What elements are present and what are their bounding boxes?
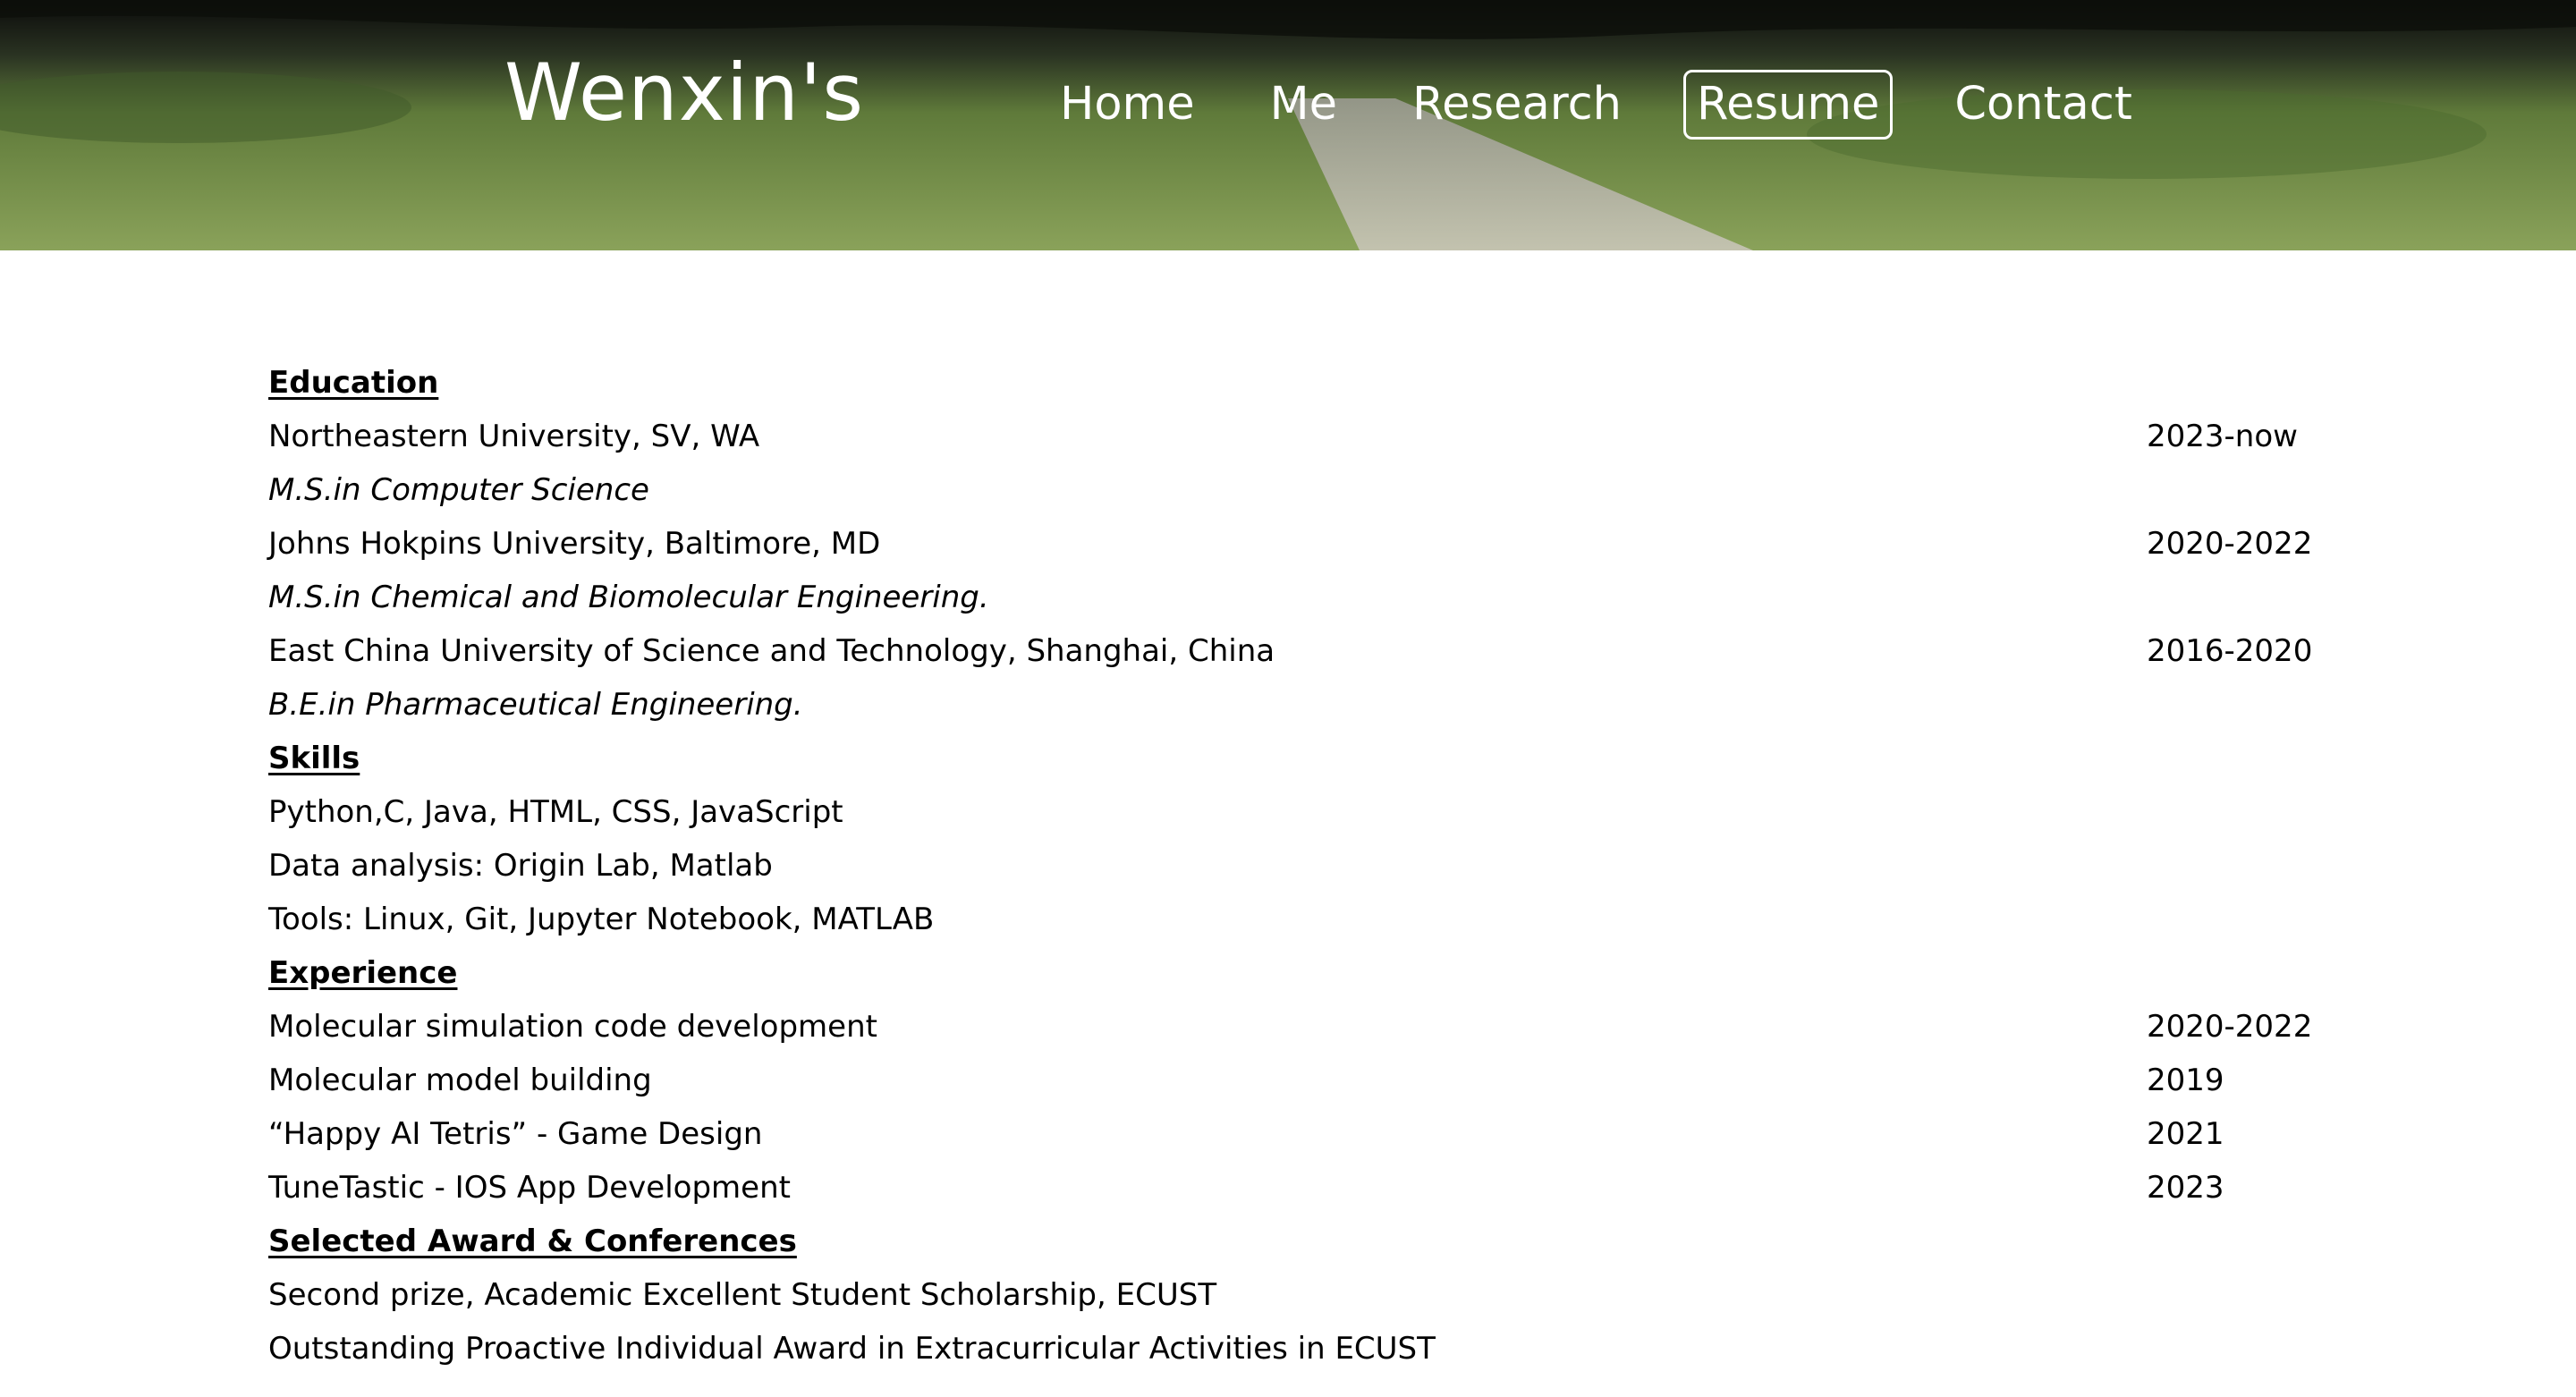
header-banner: Wenxin's Home Me Research Resume Contact (0, 0, 2576, 250)
awards-heading-row: Selected Award & Conferences (268, 1215, 2317, 1268)
experience-years: 2021 (2147, 1116, 2224, 1152)
experience-item-row: Molecular simulation code development 20… (268, 1000, 2317, 1054)
experience-item-row: TuneTastic - IOS App Development 2023 (268, 1161, 2317, 1215)
awards-heading: Selected Award & Conferences (268, 1223, 797, 1259)
skill-item: Data analysis: Origin Lab, Matlab (268, 848, 773, 884)
nav-me-link[interactable]: Me (1257, 70, 1351, 140)
award-item-row: Outstanding Proactive Individual Award i… (268, 1322, 2317, 1376)
site-title[interactable]: Wenxin's (504, 43, 864, 143)
skill-item-row: Tools: Linux, Git, Jupyter Notebook, MAT… (268, 893, 2317, 946)
education-entry-row: East China University of Science and Tec… (268, 624, 2317, 678)
skill-item-row: Data analysis: Origin Lab, Matlab (268, 839, 2317, 893)
resume-section: Education Northeastern University, SV, W… (268, 356, 2317, 1376)
experience-item-row: Molecular model building 2019 (268, 1054, 2317, 1107)
degree-name: M.S.in Computer Science (268, 472, 649, 508)
education-years: 2016-2020 (2147, 633, 2313, 669)
experience-item-row: “Happy AI Tetris” - Game Design 2021 (268, 1107, 2317, 1161)
school-name: Johns Hokpins University, Baltimore, MD (268, 526, 881, 562)
experience-years: 2020-2022 (2147, 1009, 2313, 1045)
experience-years: 2019 (2147, 1063, 2224, 1098)
skill-item: Tools: Linux, Git, Jupyter Notebook, MAT… (268, 902, 935, 937)
nav-home-link[interactable]: Home (1046, 70, 1208, 140)
education-years: 2020-2022 (2147, 526, 2313, 562)
skill-item: Python,C, Java, HTML, CSS, JavaScript (268, 794, 843, 830)
experience-years: 2023 (2147, 1170, 2224, 1206)
degree-name: B.E.in Pharmaceutical Engineering. (268, 687, 803, 723)
nav-resume-link[interactable]: Resume (1682, 70, 1894, 140)
experience-title: “Happy AI Tetris” - Game Design (268, 1116, 763, 1152)
education-degree-row: B.E.in Pharmaceutical Engineering. (268, 678, 2317, 732)
school-name: Northeastern University, SV, WA (268, 419, 760, 454)
experience-title: Molecular simulation code development (268, 1009, 877, 1045)
education-degree-row: M.S.in Computer Science (268, 463, 2317, 517)
skills-heading-row: Skills (268, 732, 2317, 785)
nav-research-link[interactable]: Research (1399, 70, 1635, 140)
degree-name: M.S.in Chemical and Biomolecular Enginee… (268, 580, 989, 615)
award-item: Second prize, Academic Excellent Student… (268, 1277, 1217, 1313)
experience-heading-row: Experience (268, 946, 2317, 1000)
experience-title: TuneTastic - IOS App Development (268, 1170, 791, 1206)
award-item: Outstanding Proactive Individual Award i… (268, 1331, 1436, 1367)
education-degree-row: M.S.in Chemical and Biomolecular Enginee… (268, 571, 2317, 624)
award-item-row: Second prize, Academic Excellent Student… (268, 1268, 2317, 1322)
education-entry-row: Northeastern University, SV, WA 2023-now (268, 410, 2317, 463)
skill-item-row: Python,C, Java, HTML, CSS, JavaScript (268, 785, 2317, 839)
education-heading: Education (268, 365, 439, 401)
skills-heading: Skills (268, 741, 360, 776)
education-entry-row: Johns Hokpins University, Baltimore, MD … (268, 517, 2317, 571)
experience-title: Molecular model building (268, 1063, 652, 1098)
school-name: East China University of Science and Tec… (268, 633, 1275, 669)
nav-contact-link[interactable]: Contact (1941, 70, 2145, 140)
experience-heading: Experience (268, 955, 458, 991)
education-heading-row: Education (268, 356, 2317, 410)
education-years: 2023-now (2147, 419, 2298, 454)
